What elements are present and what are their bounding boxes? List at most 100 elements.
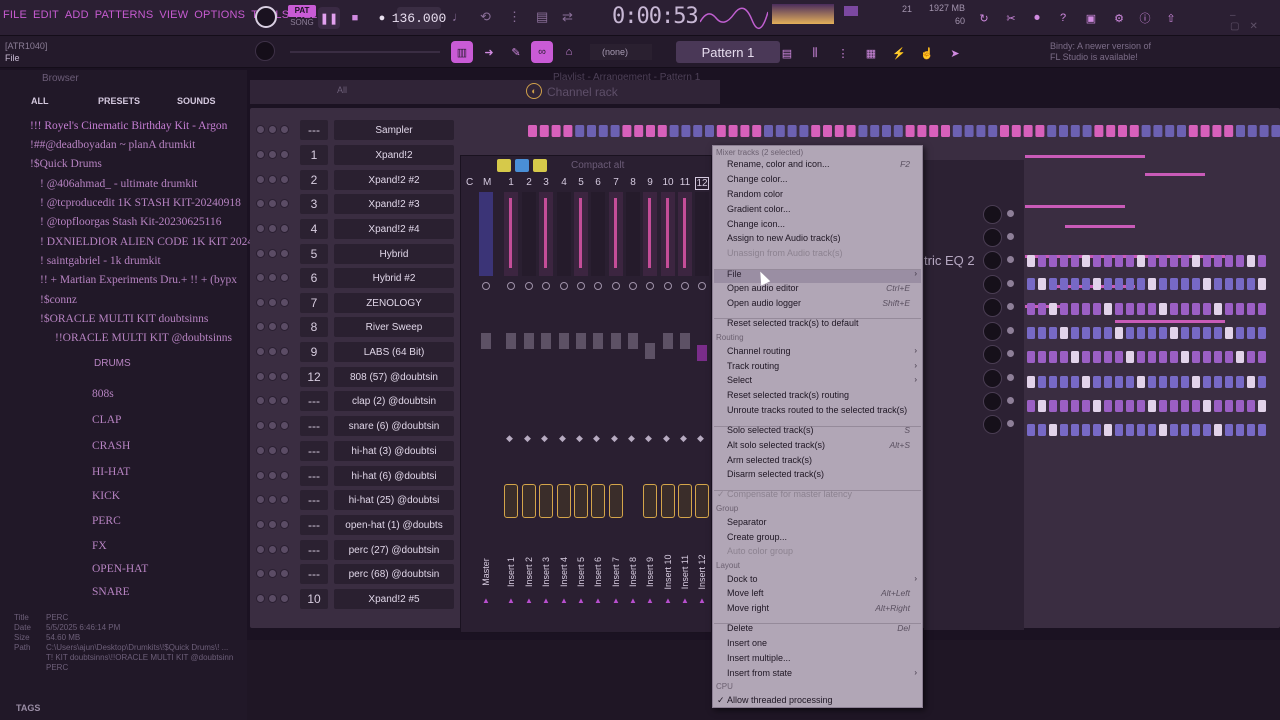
channel-mute-led[interactable]: [256, 322, 296, 334]
channel-name-button[interactable]: clap (2) @doubtsin: [334, 391, 454, 411]
channel-name-button[interactable]: Sampler: [334, 120, 454, 140]
step-button[interactable]: [1082, 125, 1092, 137]
browser-item[interactable]: ! @406ahmad_ - ultimate drumkit: [40, 178, 198, 190]
metronome-icon[interactable]: ♩: [452, 9, 465, 24]
menu-item[interactable]: Channel routing: [727, 346, 791, 356]
step-button[interactable]: [728, 125, 738, 137]
scissors-icon[interactable]: ✂: [1000, 7, 1022, 29]
mixer-fader[interactable]: [628, 333, 638, 349]
channel-mute-led[interactable]: [256, 495, 296, 507]
mixer-route-icon[interactable]: ◆: [593, 433, 600, 443]
mic-icon[interactable]: ⏺: [1026, 7, 1048, 29]
channel-mixer-target[interactable]: 2: [300, 170, 328, 190]
upload-icon[interactable]: ⇧: [1160, 7, 1182, 29]
eq-knob[interactable]: [983, 392, 1002, 411]
channel-mute-led[interactable]: [256, 471, 296, 483]
master-volume-knob[interactable]: [255, 6, 277, 28]
step-button[interactable]: [834, 125, 844, 137]
mixer-pan-knob[interactable]: [629, 282, 637, 290]
mixer-insert-number[interactable]: 3: [539, 177, 553, 188]
channel-mute-led[interactable]: [256, 594, 296, 606]
mixer-icon[interactable]: ⫼: [804, 42, 826, 64]
step-button[interactable]: [752, 125, 762, 137]
channel-name-button[interactable]: Hybrid #2: [334, 268, 454, 288]
step-button[interactable]: [1200, 125, 1210, 137]
browser-item[interactable]: PERC: [92, 515, 121, 527]
mixer-route-icon[interactable]: ◆: [663, 433, 670, 443]
menu-item[interactable]: Arm selected track(s): [727, 455, 812, 465]
browser-item[interactable]: CRASH: [92, 440, 130, 452]
mixer-fader[interactable]: [611, 333, 621, 349]
draw-icon[interactable]: ✎: [505, 41, 527, 63]
mixer-fader[interactable]: [524, 333, 534, 349]
step-icon[interactable]: ⋮: [508, 9, 521, 25]
mixer-m-label[interactable]: M: [483, 177, 491, 188]
step-button[interactable]: [1106, 125, 1116, 137]
mixer-fx-button[interactable]: [557, 484, 571, 518]
browser-item[interactable]: !##@deadboyadan ~ planA drumkit: [30, 139, 195, 151]
mixer-pan-knob[interactable]: [507, 282, 515, 290]
tempo-display[interactable]: 136.000: [392, 7, 446, 29]
channel-mixer-target[interactable]: ---: [300, 466, 328, 486]
mixer-fx-button[interactable]: [522, 484, 536, 518]
mixer-pan-knob[interactable]: [664, 282, 672, 290]
channel-mixer-target[interactable]: ---: [300, 540, 328, 560]
step-button[interactable]: [646, 125, 655, 137]
mixer-fader[interactable]: [576, 333, 586, 349]
channel-rack-icon[interactable]: ⋮: [832, 42, 854, 64]
menu-item[interactable]: Solo selected track(s): [727, 425, 814, 435]
menu-item[interactable]: Insert multiple...: [727, 653, 791, 663]
snap-select[interactable]: (none): [590, 44, 652, 60]
menu-item[interactable]: Rename, color and icon...: [727, 159, 830, 169]
menu-item[interactable]: File: [727, 269, 742, 279]
mixer-fader[interactable]: [645, 343, 655, 359]
channel-mixer-target[interactable]: 9: [300, 342, 328, 362]
channel-mute-led[interactable]: [256, 249, 296, 261]
channel-mixer-target[interactable]: 12: [300, 367, 328, 387]
step-button[interactable]: [1165, 125, 1175, 137]
browser-item[interactable]: !$connz: [40, 294, 77, 306]
browser-item[interactable]: !!ORACLE MULTI KIT @doubtsinns: [55, 332, 232, 344]
stop-button[interactable]: ■: [344, 7, 366, 29]
step-button[interactable]: [799, 125, 809, 137]
mixer-insert-number[interactable]: 6: [591, 177, 605, 188]
channel-mute-led[interactable]: [256, 298, 296, 310]
eq-knob[interactable]: [983, 415, 1002, 434]
mixer-fx-button[interactable]: [609, 484, 623, 518]
eq-led[interactable]: [1007, 303, 1014, 310]
mixer-track-name[interactable]: Insert 12: [697, 542, 707, 602]
step-button[interactable]: [575, 125, 585, 137]
pat-song-switch[interactable]: PAT SONG: [288, 5, 316, 31]
browser-item[interactable]: !$ORACLE MULTI KIT doubtsinns: [40, 313, 208, 325]
mixer-fader[interactable]: [663, 333, 673, 349]
mixer-track-name[interactable]: Master: [481, 542, 491, 602]
step-button[interactable]: [634, 125, 644, 137]
mixer-pan-knob[interactable]: [560, 282, 568, 290]
menu-patterns[interactable]: PATTERNS: [92, 9, 157, 21]
channel-mute-led[interactable]: [256, 224, 296, 236]
channel-mute-led[interactable]: [256, 175, 296, 187]
channel-mute-led[interactable]: [256, 125, 296, 137]
mixer-insert-number[interactable]: 2: [522, 177, 536, 188]
menu-item[interactable]: Assign to new Audio track(s): [727, 233, 841, 243]
step-button[interactable]: [1177, 125, 1186, 137]
browser-item[interactable]: FX: [92, 540, 107, 552]
mixer-send-icon[interactable]: ▲: [594, 596, 602, 605]
mixer-fx-button[interactable]: [695, 484, 709, 518]
help-icon[interactable]: ?: [1052, 7, 1074, 29]
step-button[interactable]: [811, 125, 821, 137]
step-button[interactable]: [1023, 125, 1033, 137]
menu-item[interactable]: Separator: [727, 517, 767, 527]
eq-led[interactable]: [1007, 280, 1014, 287]
browser-item[interactable]: CLAP: [92, 414, 121, 426]
channel-mixer-target[interactable]: ---: [300, 490, 328, 510]
browser-item[interactable]: ! @tcproducedit 1K STASH KIT-20240918: [40, 197, 241, 209]
mixer-route-icon[interactable]: ◆: [697, 433, 704, 443]
step-button[interactable]: [622, 125, 632, 137]
channel-name-button[interactable]: Xpand!2 #3: [334, 194, 454, 214]
mixer-track-name[interactable]: Insert 7: [611, 542, 621, 602]
pattern-blend-icon[interactable]: ▤: [536, 9, 548, 25]
pattern-selector[interactable]: Pattern 1: [676, 41, 780, 63]
mixer-c-label[interactable]: C: [466, 177, 473, 188]
eq-led[interactable]: [1007, 420, 1014, 427]
